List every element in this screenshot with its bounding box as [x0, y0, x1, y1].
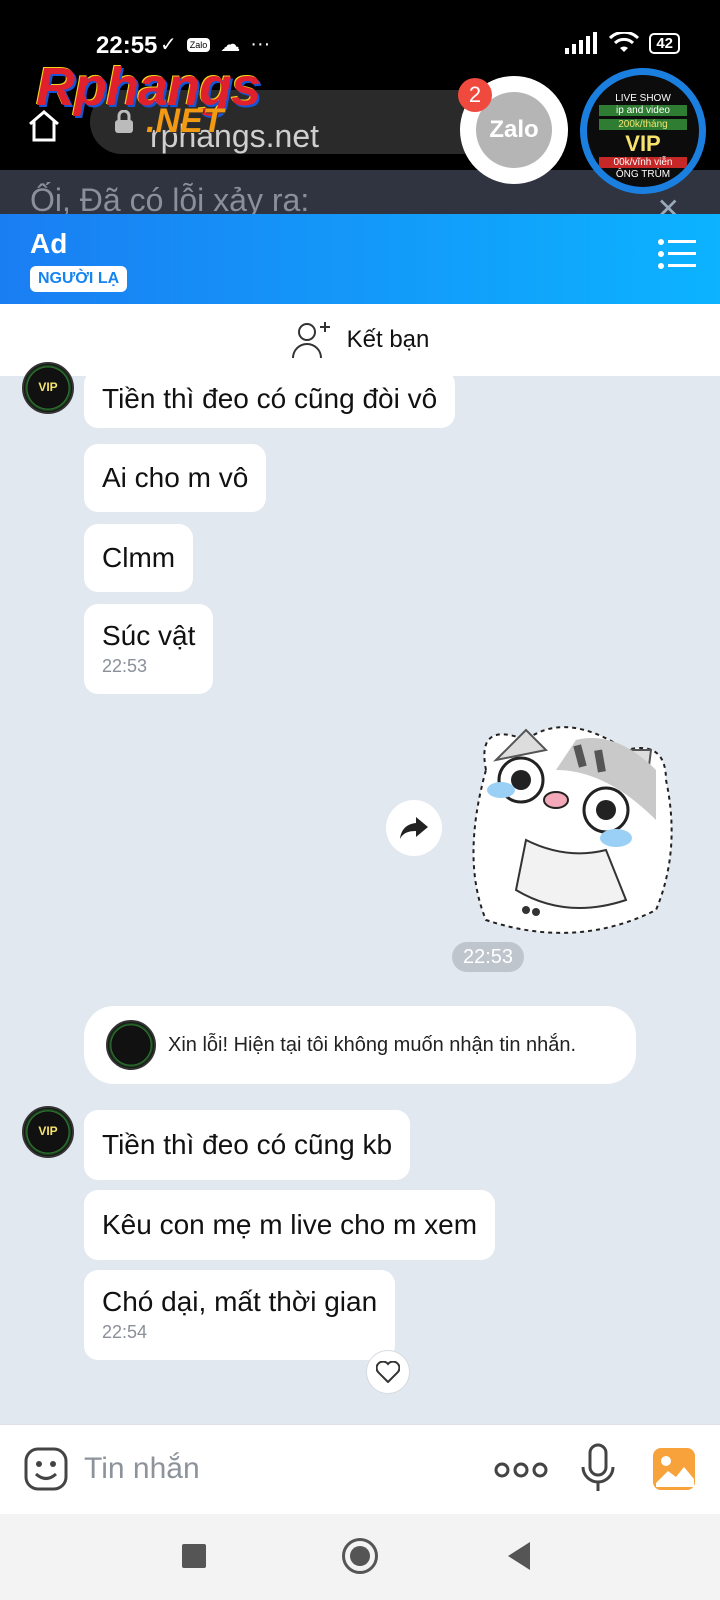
message-bubble[interactable]: Tiền thì đeo có cũng đòi vô — [84, 370, 456, 428]
react-button[interactable] — [366, 1350, 410, 1394]
message-text: Kêu con mẹ m live cho m xem — [102, 1209, 478, 1240]
status-icons-right: 42 — [565, 32, 680, 54]
vip-text-line: ÔNG TRÙM — [615, 169, 671, 180]
system-message: Xin lỗi! Hiện tại tôi không muốn nhận ti… — [84, 1006, 636, 1084]
home-icon[interactable] — [24, 106, 64, 146]
heart-icon — [376, 1361, 400, 1383]
menu-list-icon[interactable] — [658, 238, 696, 270]
sticker-time: 22:53 — [452, 942, 524, 972]
add-friend-button[interactable]: Kết bạn — [0, 304, 720, 376]
download-done-icon: ✓ — [160, 34, 177, 56]
microphone-icon[interactable] — [578, 1443, 618, 1495]
battery-indicator: 42 — [649, 32, 680, 54]
system-message-avatar — [106, 1020, 156, 1070]
vip-text-line: LIVE SHOW — [615, 93, 671, 104]
message-bubble[interactable]: Kêu con mẹ m live cho m xem — [84, 1190, 496, 1260]
message-time: 22:53 — [102, 656, 148, 676]
message-bubble[interactable]: Tiền thì đeo có cũng kb — [84, 1110, 411, 1180]
status-icons-left: ✓ Zalo ☁ ··· — [160, 32, 270, 57]
message-text: Tiền thì đeo có cũng kb — [102, 1129, 393, 1160]
sticker-emoji-icon[interactable] — [24, 1447, 68, 1491]
vip-chat-bubble[interactable]: LIVE SHOW ip and video 200k/tháng VIP 00… — [580, 68, 706, 194]
more-notifications-icon: ··· — [250, 33, 271, 55]
message-text: Súc vật — [102, 620, 196, 651]
message-input[interactable] — [84, 1445, 464, 1493]
vip-text-line: 200k/tháng — [599, 119, 687, 130]
message-bubble[interactable]: Chó dại, mất thời gian 22:54 — [84, 1270, 396, 1360]
share-button[interactable] — [386, 800, 442, 856]
lock-icon — [115, 110, 133, 133]
message-time: 22:54 — [102, 1322, 148, 1342]
cat-sticker[interactable] — [456, 710, 686, 945]
vip-avatar: LIVE SHOW ip and video 200k/tháng VIP 00… — [587, 75, 699, 187]
photo-gallery-icon[interactable] — [652, 1447, 696, 1491]
message-composer — [0, 1424, 720, 1514]
sender-avatar[interactable] — [22, 1106, 74, 1158]
url-text: rphangs.net — [150, 118, 320, 154]
message-text: Chó dại, mất thời gian — [102, 1286, 378, 1317]
recents-icon[interactable] — [182, 1544, 206, 1568]
message-bubble[interactable]: Ai cho m vô — [84, 444, 267, 512]
message-bubble[interactable]: Súc vật 22:53 — [84, 604, 214, 694]
chat-header: Ad NGƯỜI LẠ — [0, 214, 720, 304]
vip-text-line: VIP — [625, 131, 661, 156]
add-friend-icon — [291, 322, 330, 359]
wifi-icon — [609, 32, 640, 52]
sender-avatar[interactable] — [22, 362, 74, 414]
system-message-text: Xin lỗi! Hiện tại tôi không muốn nhận ti… — [168, 1033, 577, 1056]
signal-icon — [565, 32, 598, 54]
more-options-icon[interactable] — [494, 1459, 548, 1481]
message-text: Ai cho m vô — [102, 462, 249, 493]
home-button-icon[interactable] — [342, 1538, 378, 1574]
vip-text-line: 00k/vĩnh viễn — [599, 157, 687, 168]
notification-count-badge: 2 — [458, 78, 492, 112]
address-bar[interactable]: rphangs.net — [90, 90, 510, 154]
vip-text-line: ip and video — [599, 105, 687, 116]
cloud-icon: ☁ — [220, 34, 241, 56]
message-bubble[interactable]: Clmm — [84, 524, 194, 592]
message-text: Clmm — [102, 542, 176, 573]
back-icon[interactable] — [508, 1542, 530, 1570]
add-friend-label: Kết bạn — [346, 326, 430, 353]
stranger-badge: NGƯỜI LẠ — [30, 266, 128, 292]
contact-name[interactable]: Ad — [30, 228, 67, 260]
status-time: 22:55 — [96, 32, 158, 59]
system-navigation-bar — [0, 1514, 720, 1600]
message-text: Tiền thì đeo có cũng đòi vô — [102, 383, 438, 414]
forward-arrow-icon — [400, 817, 428, 839]
zalo-notification-icon: Zalo — [186, 37, 211, 52]
